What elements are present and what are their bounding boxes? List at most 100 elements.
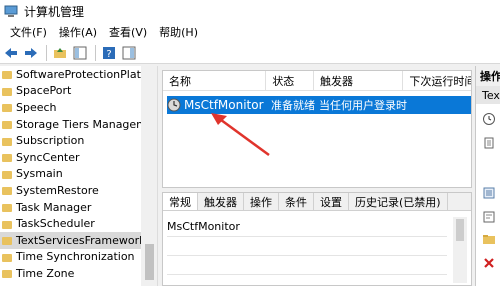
menu-action[interactable]: 操作(A) — [53, 24, 103, 40]
tree-item-label: SoftwareProtectionPlatform — [16, 67, 158, 81]
toolbar: ? — [0, 42, 500, 64]
tab-general[interactable]: 常规 — [163, 193, 198, 210]
folder-icon — [2, 87, 12, 96]
tree-item[interactable]: Time Zone — [0, 265, 157, 282]
tree-item[interactable]: Speech — [0, 99, 157, 116]
tree-item-label: Storage Tiers Management — [16, 117, 158, 131]
column-header-next-run[interactable]: 下次运行时间 — [403, 71, 471, 90]
arrow-right-icon — [25, 47, 37, 58]
task-trigger: 当任何用户登录时 — [319, 99, 407, 112]
tree-item-label: Subscription — [16, 134, 85, 148]
help-button[interactable]: ? — [100, 44, 118, 62]
tree-item[interactable]: SpacePort — [0, 83, 157, 100]
up-folder-button[interactable] — [51, 44, 69, 62]
tab-settings[interactable]: 设置 — [314, 193, 349, 210]
task-details: 常规 触发器 操作 条件 设置 历史记录(已禁用) MsCtfMonitor — [162, 192, 472, 286]
tree-item[interactable]: SoftwareProtectionPlatform — [0, 66, 157, 83]
tree-scrollbar[interactable] — [141, 66, 157, 286]
forward-button[interactable] — [22, 44, 40, 62]
folder-icon — [2, 270, 12, 279]
actions-pane-title: 操作 — [476, 66, 500, 86]
arrow-left-icon — [5, 47, 17, 58]
tree-item[interactable]: SyncCenter — [0, 149, 157, 166]
center-pane: 名称 状态 触发器 下次运行时间 MsCtfMonitor 准备就绪 当任何用户… — [162, 66, 472, 286]
detail-name-value: MsCtfMonitor — [167, 219, 240, 233]
folder-icon — [2, 237, 12, 246]
folder-icon — [2, 220, 12, 229]
tab-triggers[interactable]: 触发器 — [198, 193, 244, 210]
column-header-trigger[interactable]: 触发器 — [314, 71, 404, 90]
task-list-header: 名称 状态 触发器 下次运行时间 — [163, 71, 471, 91]
tree-item-label: SyncCenter — [16, 150, 80, 164]
task-history-icon[interactable] — [482, 210, 496, 224]
tree-item-label: Speech — [16, 100, 57, 114]
tab-history[interactable]: 历史记录(已禁用) — [349, 193, 448, 210]
show-action-pane-button[interactable] — [120, 44, 138, 62]
folder-icon — [2, 187, 12, 196]
action-pane-icon — [122, 46, 136, 59]
tree-item-label: Sysmain — [16, 167, 63, 181]
create-task-icon[interactable] — [482, 112, 496, 126]
tree-scrollbar-thumb[interactable] — [145, 244, 154, 280]
tree-item[interactable]: Sysmain — [0, 166, 157, 183]
column-header-name[interactable]: 名称 — [163, 71, 267, 90]
divider — [167, 236, 447, 237]
task-clock-icon — [167, 98, 181, 112]
delete-icon[interactable] — [482, 256, 496, 270]
folder-icon — [2, 71, 12, 80]
task-list[interactable]: 名称 状态 触发器 下次运行时间 MsCtfMonitor 准备就绪 当任何用户… — [162, 70, 472, 188]
folder-icon — [2, 170, 12, 179]
tree-item[interactable]: Storage Tiers Management — [0, 116, 157, 133]
window-title: 计算机管理 — [24, 4, 85, 19]
folder-icon[interactable] — [482, 232, 496, 246]
tree-item[interactable]: Task Manager — [0, 199, 157, 216]
folder-icon — [2, 253, 12, 262]
computer-management-icon — [4, 5, 18, 17]
tab-conditions[interactable]: 条件 — [279, 193, 314, 210]
show-hide-tree-button[interactable] — [71, 44, 89, 62]
column-header-status[interactable]: 状态 — [266, 71, 315, 90]
divider — [167, 255, 447, 256]
task-status: 准备就绪 — [271, 99, 315, 112]
toolbar-separator — [95, 44, 96, 61]
navigation-tree[interactable]: SoftwareProtectionPlatform SpacePort Spe… — [0, 66, 158, 286]
tree-item[interactable]: Subscription — [0, 132, 157, 149]
display-running-icon[interactable] — [482, 186, 496, 200]
details-scrollbar-thumb[interactable] — [456, 219, 464, 241]
tree-item-label: SpacePort — [16, 84, 72, 98]
tree-item-label: Time Synchronization — [16, 250, 135, 264]
details-tabs: 常规 触发器 操作 条件 设置 历史记录(已禁用) — [163, 193, 471, 211]
folder-up-icon — [54, 47, 66, 58]
console-tree-icon — [73, 46, 87, 59]
tree-item-label: SystemRestore — [16, 183, 99, 197]
folder-icon — [2, 154, 12, 163]
svg-text:?: ? — [106, 49, 111, 60]
tree-item[interactable]: TaskScheduler — [0, 215, 157, 232]
tree-item[interactable]: Time Synchronization — [0, 249, 157, 266]
menu-view[interactable]: 查看(V) — [103, 24, 153, 40]
folder-icon — [2, 137, 12, 146]
details-scrollbar[interactable] — [453, 217, 467, 283]
back-button[interactable] — [2, 44, 20, 62]
task-next-run — [409, 96, 471, 114]
toolbar-separator — [46, 44, 47, 61]
tree-item-label: Task Manager — [16, 200, 92, 214]
tree-item-label: TextServicesFramework — [16, 233, 146, 247]
folder-icon — [2, 204, 12, 213]
menu-file[interactable]: 文件(F) — [4, 24, 53, 40]
help-icon: ? — [103, 46, 115, 60]
tab-actions[interactable]: 操作 — [244, 193, 279, 210]
tree-item[interactable]: SystemRestore — [0, 182, 157, 199]
menu-bar: 文件(F) 操作(A) 查看(V) 帮助(H) — [0, 22, 500, 42]
actions-pane-subtitle[interactable]: TextServicesFramework — [476, 86, 500, 104]
red-arrow-annotation — [211, 113, 270, 157]
menu-help[interactable]: 帮助(H) — [153, 24, 204, 40]
import-task-icon[interactable] — [482, 136, 496, 150]
tree-item-selected[interactable]: TextServicesFramework — [0, 231, 157, 249]
task-name: MsCtfMonitor — [184, 98, 264, 112]
tree-item-label: TaskScheduler — [16, 217, 95, 231]
folder-icon — [2, 104, 12, 113]
divider — [167, 274, 447, 275]
title-bar: 计算机管理 — [0, 0, 500, 22]
tree-item-label: Time Zone — [16, 266, 75, 280]
